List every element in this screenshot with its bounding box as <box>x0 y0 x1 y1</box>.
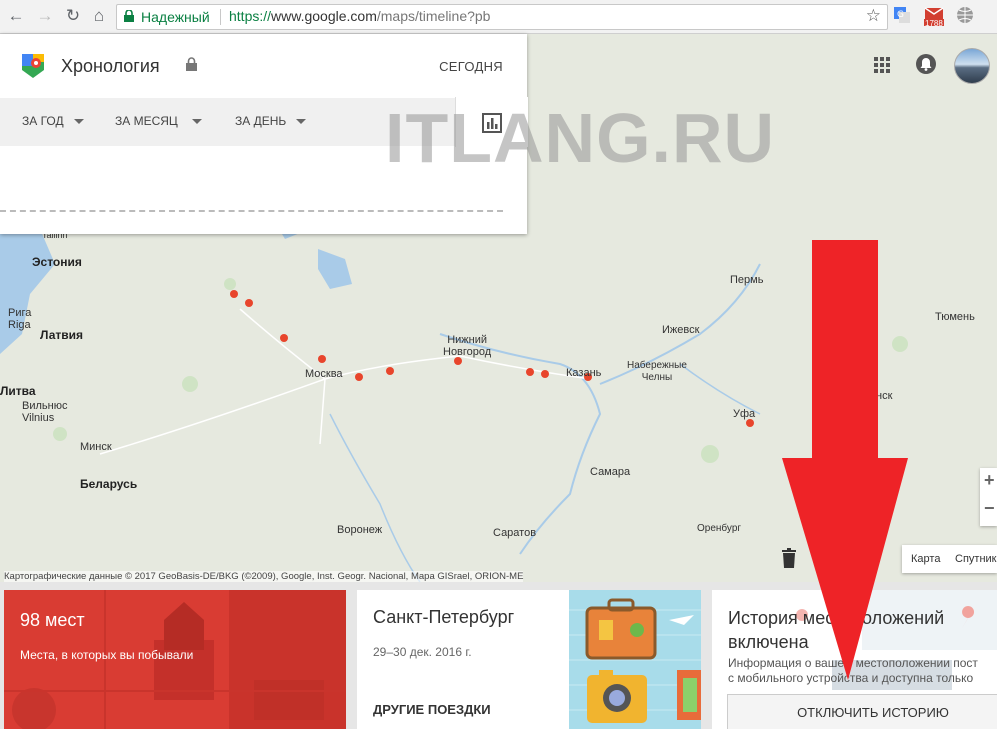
city-label-riga: Рига Riga <box>8 307 32 331</box>
url-text: https://www.google.com/maps/timeline?pb <box>229 8 490 24</box>
address-bar[interactable]: Надежный https://www.google.com/maps/tim… <box>116 4 888 30</box>
chevron-down-icon <box>191 119 202 125</box>
city-label-minsk: Минск <box>80 441 112 453</box>
city-label-voronezh: Воронеж <box>337 524 383 536</box>
visit-dot <box>526 368 534 376</box>
trip-card[interactable]: Санкт-Петербург 29–30 дек. 2016 г. ДРУГИ… <box>357 590 701 729</box>
map-type-satellite[interactable]: Спутник <box>955 553 996 565</box>
address-separator <box>220 9 221 25</box>
country-label-estonia: Эстония <box>32 255 82 269</box>
city-label-tyumen: Тюмень <box>935 311 975 323</box>
map-type-switcher: Карта Спутник <box>902 545 997 573</box>
travel-illustration <box>569 590 701 729</box>
secure-label: Надежный <box>141 9 210 25</box>
places-card[interactable]: 98 мест Места, в которых вы побывали <box>4 590 346 729</box>
visit-dot <box>355 373 363 381</box>
today-button[interactable]: СЕГОДНЯ <box>439 59 503 74</box>
mail-extension-icon[interactable]: 1788 <box>924 6 944 28</box>
visit-dot <box>746 419 754 427</box>
city-label-nizhny-novgorod: Нижний Новгород <box>443 334 492 358</box>
month-filter-label: ЗА МЕСЯЦ <box>115 114 178 128</box>
zoom-controls: + − <box>980 468 997 526</box>
visit-dot <box>386 367 394 375</box>
city-label-kazan: Казань <box>566 367 602 379</box>
day-filter[interactable]: ЗА ДЕНЬ <box>235 114 307 128</box>
country-label-belarus: Беларусь <box>80 477 138 491</box>
visit-dot <box>230 290 238 298</box>
url-path: /maps/timeline?pb <box>376 8 491 24</box>
mail-badge: 1788 <box>925 19 943 28</box>
svg-text:G: G <box>897 10 904 20</box>
notifications-bell-icon[interactable] <box>916 54 936 74</box>
url-host: www.google.com <box>271 8 377 24</box>
visit-dot <box>245 299 253 307</box>
map-attribution: Картографические данные © 2017 GeoBasis-… <box>4 571 524 582</box>
timeline-track <box>0 210 503 212</box>
forward-icon[interactable]: → <box>35 6 55 26</box>
back-icon[interactable]: ← <box>6 6 26 26</box>
city-label-saratov: Саратов <box>493 527 537 539</box>
country-label-latvia: Латвия <box>40 328 84 342</box>
visit-dot <box>280 334 288 342</box>
zoom-out-button[interactable]: − <box>984 498 995 519</box>
city-label-vilnius: Вильнюс Vilnius <box>22 400 68 424</box>
month-filter[interactable]: ЗА МЕСЯЦ <box>115 114 202 128</box>
chevron-down-icon <box>73 119 84 125</box>
url-protocol: https:// <box>229 8 272 24</box>
city-label-naberezhnye-chelny: Набережные Челны <box>627 360 687 383</box>
google-maps-logo-icon <box>22 54 44 78</box>
watermark-text: ITLANG.RU <box>385 99 776 177</box>
secure-lock-icon <box>124 10 134 22</box>
zoom-in-button[interactable]: + <box>984 470 995 491</box>
city-label-perm: Пермь <box>730 274 764 286</box>
chevron-down-icon <box>296 119 307 125</box>
bookmark-star-icon[interactable]: ☆ <box>866 6 881 26</box>
city-label-orenburg: Оренбург <box>697 523 742 534</box>
other-trips-link[interactable]: ДРУГИЕ ПОЕЗДКИ <box>373 702 491 717</box>
visit-dot <box>454 357 462 365</box>
year-filter[interactable]: ЗА ГОД <box>22 114 84 128</box>
browser-toolbar: ← → ↻ ⌂ Надежный https://www.google.com/… <box>0 0 997 34</box>
places-count: 98 мест <box>20 610 85 630</box>
apps-grid-icon[interactable] <box>874 57 890 73</box>
year-filter-label: ЗА ГОД <box>22 114 64 128</box>
page-title: Хронология <box>61 56 160 76</box>
trip-dates: 29–30 дек. 2016 г. <box>373 645 472 659</box>
city-label-samara: Самара <box>590 466 631 478</box>
avatar[interactable] <box>954 48 990 84</box>
city-label-ufa: Уфа <box>733 408 756 420</box>
visit-dot <box>318 355 326 363</box>
trip-city: Санкт-Петербург <box>373 607 515 627</box>
day-filter-label: ЗА ДЕНЬ <box>235 114 287 128</box>
places-description: Места, в которых вы побывали <box>20 648 194 662</box>
home-icon[interactable]: ⌂ <box>89 6 109 26</box>
city-label-moscow: Москва <box>305 368 343 380</box>
disable-history-button[interactable]: ОТКЛЮЧИТЬ ИСТОРИЮ <box>727 694 997 729</box>
globe-extension-icon[interactable] <box>956 6 976 26</box>
visit-dot <box>541 370 549 378</box>
map-type-map[interactable]: Карта <box>911 553 940 565</box>
reload-icon[interactable]: ↻ <box>63 6 83 26</box>
private-lock-icon <box>186 57 197 71</box>
country-label-lithuania: Литва <box>0 384 36 398</box>
annotation-arrow <box>782 240 908 680</box>
translate-extension-icon[interactable]: G <box>893 6 913 26</box>
city-label-izhevsk: Ижевск <box>662 324 700 336</box>
